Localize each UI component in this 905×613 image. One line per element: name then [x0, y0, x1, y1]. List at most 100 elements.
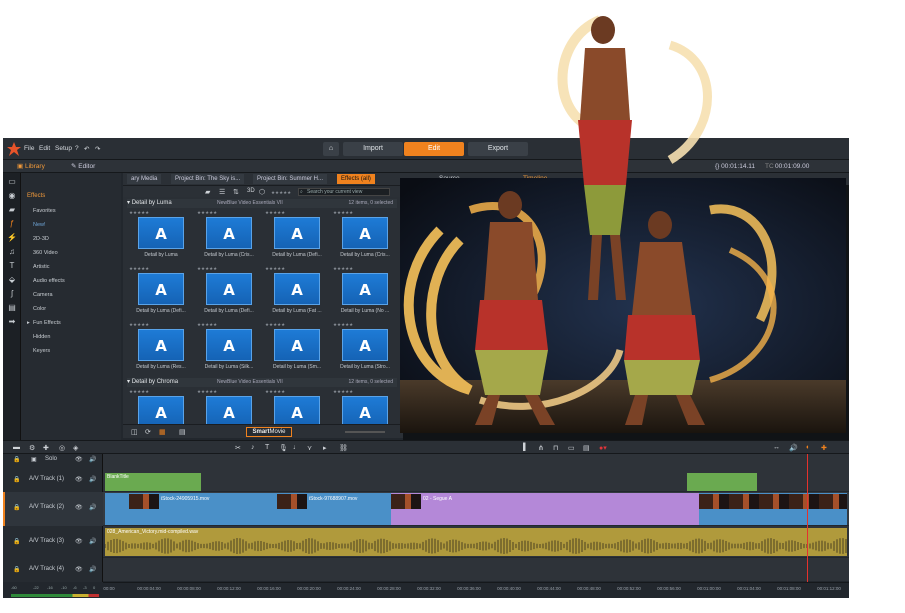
- effect-thumbnail[interactable]: A: [206, 217, 252, 249]
- eye-icon[interactable]: 👁: [75, 504, 83, 511]
- category-heading[interactable]: Effects: [27, 193, 45, 199]
- home-button[interactable]: ⌂: [323, 142, 339, 156]
- effect-rating[interactable]: ★★★★★: [129, 389, 193, 395]
- tab-effects-all[interactable]: Effects (all): [337, 174, 375, 184]
- effect-tile[interactable]: ★★★★★ A Detail by Luma (Silk...: [197, 322, 261, 376]
- effect-rating[interactable]: ★★★★★: [129, 266, 193, 272]
- category-360-video[interactable]: 360 Video: [33, 250, 58, 256]
- effect-rating[interactable]: ★★★★★: [265, 389, 329, 395]
- title-clip[interactable]: [687, 473, 757, 491]
- menu-setup[interactable]: Setup: [55, 145, 72, 152]
- montage-icon[interactable]: ⬙: [7, 275, 17, 285]
- category-fun-effects[interactable]: Fun Effects: [33, 320, 61, 326]
- effect-group-header[interactable]: ▾ Detail by Chroma NewBlue Video Essentia…: [127, 378, 397, 387]
- list-view-icon[interactable]: ☰: [219, 188, 225, 196]
- speaker-icon[interactable]: 🔊: [89, 456, 96, 463]
- sound-icon[interactable]: ʃ: [7, 289, 17, 299]
- effect-thumbnail[interactable]: A: [138, 329, 184, 361]
- effect-tile[interactable]: ★★★★★ADetail by Chroma (B...: [265, 389, 329, 425]
- effect-tile[interactable]: ★★★★★ A Detail by Luma: [129, 210, 193, 264]
- record-icon[interactable]: ◉: [7, 191, 17, 201]
- sort-icon[interactable]: ⇅: [233, 188, 239, 196]
- link-icon[interactable]: ⛓: [339, 444, 348, 452]
- playhead[interactable]: [807, 454, 808, 594]
- monitor-icon[interactable]: ▭: [7, 177, 17, 187]
- effect-tile[interactable]: ★★★★★ A Detail by Luma (Defi...: [265, 210, 329, 264]
- effect-thumbnail[interactable]: A: [138, 396, 184, 425]
- music-icon[interactable]: ♫: [7, 247, 17, 257]
- smartmovie-button[interactable]: SmartMovie: [246, 427, 292, 437]
- undo-icon[interactable]: ↶: [84, 145, 89, 153]
- category-artistic[interactable]: Artistic: [33, 264, 50, 270]
- effect-rating[interactable]: ★★★★★: [197, 210, 261, 216]
- effect-thumbnail[interactable]: A: [274, 217, 320, 249]
- menu-file[interactable]: File: [24, 145, 34, 152]
- 3d-toggle[interactable]: 3D: [247, 188, 255, 194]
- details-icon[interactable]: ▤: [179, 428, 186, 436]
- lock-icon[interactable]: 🔒: [13, 538, 20, 545]
- effect-thumbnail[interactable]: A: [274, 273, 320, 305]
- effect-thumbnail[interactable]: A: [274, 396, 320, 425]
- effect-tile[interactable]: ★★★★★ A Detail by Luma (Res...: [129, 322, 193, 376]
- speaker-icon[interactable]: 🔊: [89, 566, 96, 573]
- audio-icon[interactable]: ♪: [251, 444, 255, 451]
- tab-project-bin-sky[interactable]: Project Bin: The Sky is...: [171, 174, 245, 184]
- audio-clip[interactable]: 028_American_Victory.mid-compiled.wav: [105, 528, 847, 556]
- video-clip-2[interactable]: iStock-97688907.mov: [277, 493, 391, 525]
- scorefitter-icon[interactable]: ♩: [293, 444, 300, 451]
- preview-icon[interactable]: ◫: [131, 428, 138, 436]
- menu-help[interactable]: ?: [75, 145, 79, 152]
- folder-icon[interactable]: ▰: [7, 205, 17, 215]
- effect-rating[interactable]: ★★★★★: [129, 210, 193, 216]
- video-clip-4[interactable]: [699, 493, 847, 525]
- chapter-icon[interactable]: ▸: [323, 444, 327, 452]
- speaker-icon[interactable]: 🔊: [89, 476, 96, 483]
- effect-thumbnail[interactable]: A: [206, 329, 252, 361]
- video-clip-1[interactable]: iStock-24905915.mov: [105, 493, 277, 525]
- settings-icon[interactable]: ⚙: [29, 444, 35, 452]
- snap-icon[interactable]: ◎: [59, 444, 65, 452]
- speaker-icon[interactable]: 🔊: [89, 504, 96, 511]
- voiceover-icon[interactable]: 🎙: [279, 444, 288, 452]
- rating-filter[interactable]: ★★★★★: [271, 190, 291, 196]
- tab-project-bin-summer[interactable]: Project Bin: Summer H...: [253, 174, 328, 184]
- track-name-3[interactable]: A/V Track (3): [29, 538, 64, 544]
- export-icon[interactable]: ➡: [7, 317, 17, 327]
- effect-thumbnail[interactable]: A: [138, 217, 184, 249]
- category-camera[interactable]: Camera: [33, 292, 53, 298]
- editor-tab[interactable]: ✎ Editor: [71, 162, 95, 172]
- marker-icon[interactable]: ◈: [73, 444, 78, 452]
- effect-thumbnail[interactable]: A: [138, 273, 184, 305]
- category-audio-effects[interactable]: Audio effects: [33, 278, 65, 284]
- category-2d-3d[interactable]: 2D-3D: [33, 236, 49, 242]
- zoom-slider[interactable]: [345, 431, 385, 433]
- effect-tile[interactable]: ★★★★★ADetail by Chroma (B...: [197, 389, 261, 425]
- effect-thumbnail[interactable]: A: [206, 273, 252, 305]
- title-icon[interactable]: T: [7, 261, 17, 271]
- solo-label[interactable]: Solo: [45, 456, 57, 462]
- menu-edit[interactable]: Edit: [39, 145, 50, 152]
- folder-view-icon[interactable]: ▰: [205, 188, 210, 196]
- transition-icon[interactable]: ⚡: [7, 233, 17, 243]
- lock-icon[interactable]: 🔒: [13, 456, 20, 463]
- tag-icon[interactable]: ⬡: [259, 188, 265, 196]
- effect-tile[interactable]: ★★★★★ A Detail by Luma (Defi...: [197, 266, 261, 320]
- lock-icon[interactable]: 🔒: [13, 566, 20, 573]
- timeline-ruler[interactable]: 00:00 00:00:04:00 00:00:08:00 00:00:12:00 00…: [103, 582, 849, 598]
- category-favorites[interactable]: Favorites: [33, 208, 56, 214]
- add-track-icon[interactable]: ✚: [43, 444, 49, 452]
- effect-thumbnail[interactable]: A: [274, 329, 320, 361]
- lock-icon[interactable]: 🔒: [13, 476, 20, 483]
- redo-icon[interactable]: ↷: [95, 145, 100, 153]
- text-icon[interactable]: T: [265, 444, 269, 451]
- category-new[interactable]: New!: [33, 222, 46, 228]
- effect-rating[interactable]: ★★★★★: [197, 389, 261, 395]
- tab-library-media[interactable]: ary Media: [127, 174, 162, 184]
- track-name-4[interactable]: A/V Track (4): [29, 566, 64, 572]
- track-name-1[interactable]: A/V Track (1): [29, 476, 64, 482]
- effect-rating[interactable]: ★★★★★: [197, 266, 261, 272]
- effect-thumbnail[interactable]: A: [206, 396, 252, 425]
- expand-arrow-icon[interactable]: ▸: [27, 320, 30, 326]
- effect-tile[interactable]: ★★★★★ A Detail by Luma (Cris...: [197, 210, 261, 264]
- effect-rating[interactable]: ★★★★★: [265, 322, 329, 328]
